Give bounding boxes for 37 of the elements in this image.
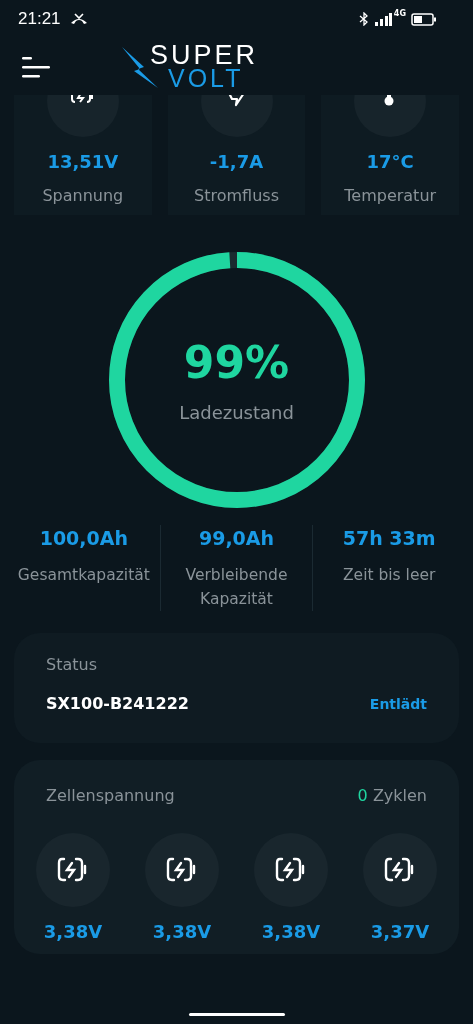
network-label: 4G [393, 9, 406, 18]
charge-label: Ladezustand [179, 402, 294, 423]
cell-voltage: 3,38V [43, 921, 103, 942]
bluetooth-icon [358, 12, 369, 26]
battery-icon [411, 12, 437, 26]
charge-percent: 99% [183, 337, 290, 388]
logo-text: VOLT [168, 66, 245, 91]
metric-value: -1,7A [209, 151, 264, 172]
metric-value: 17°C [366, 151, 414, 172]
cycle-count: 0 [357, 786, 368, 805]
stat-value: 57h 33m [342, 527, 436, 549]
battery-charge-icon [166, 857, 198, 883]
signal-icon [373, 12, 392, 26]
metric-value: 13,51V [47, 151, 119, 172]
metric-label: Stromfluss [194, 186, 279, 205]
card-title: Zellenspannung [46, 786, 175, 805]
stat-label: Zeit bis leer [342, 565, 437, 586]
stat-value: 99,0Ah [198, 527, 275, 549]
cell-voltage: 3,38V [152, 921, 212, 942]
battery-charge-icon [57, 857, 89, 883]
stat-label: Verbleibende Kapazität [184, 565, 289, 610]
menu-icon[interactable] [22, 55, 50, 78]
serial-number: SX100-B241222 [46, 694, 189, 713]
cell-voltage: 3,37V [370, 921, 430, 942]
card-title: Status [46, 655, 98, 674]
logo-text: SUPER [150, 42, 259, 69]
battery-charge-icon [275, 857, 307, 883]
stat-value: 100,0Ah [39, 527, 128, 549]
missed-call-icon [69, 13, 88, 25]
clock: 21:21 [18, 9, 61, 29]
metric-label: Spannung [42, 186, 124, 205]
metric-label: Temperatur [344, 186, 437, 205]
cycle-label: Zyklen [372, 786, 427, 805]
stat-label: Gesamtkapazität [16, 565, 151, 586]
cell-voltage: 3,38V [261, 921, 321, 942]
battery-charge-icon [384, 857, 416, 883]
battery-state: Entlädt [369, 695, 427, 712]
